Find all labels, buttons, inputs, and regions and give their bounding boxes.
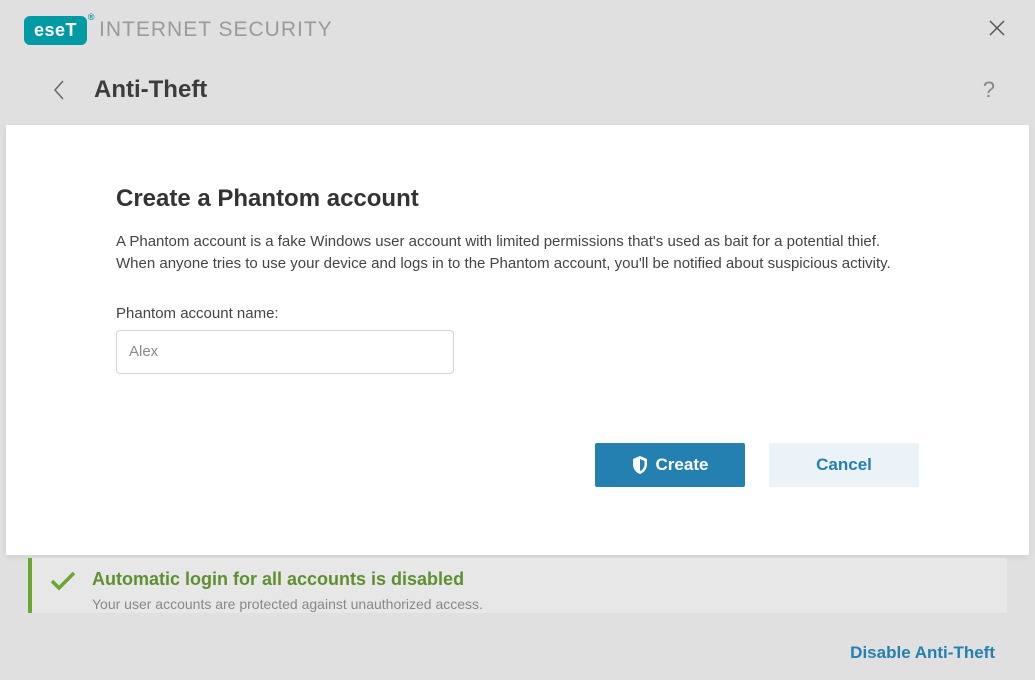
titlebar: eseT ® INTERNET SECURITY bbox=[0, 0, 1035, 60]
modal-buttons: Create Cancel bbox=[595, 443, 919, 487]
shield-icon bbox=[632, 456, 648, 474]
registered-mark: ® bbox=[88, 12, 95, 22]
disable-anti-theft-link[interactable]: Disable Anti-Theft bbox=[850, 643, 995, 663]
modal-title: Create a Phantom account bbox=[116, 185, 919, 213]
help-icon: ? bbox=[983, 77, 995, 102]
status-bar: Automatic login for all accounts is disa… bbox=[28, 558, 1007, 613]
create-phantom-modal: Create a Phantom account A Phantom accou… bbox=[6, 125, 1029, 555]
logo-text: eseT bbox=[34, 20, 77, 40]
check-icon bbox=[50, 571, 76, 591]
create-button[interactable]: Create bbox=[595, 443, 745, 487]
cancel-button-label: Cancel bbox=[816, 455, 872, 475]
status-text: Automatic login for all accounts is disa… bbox=[92, 569, 483, 612]
modal-description: A Phantom account is a fake Windows user… bbox=[116, 231, 919, 275]
brand-logo-area: eseT ® INTERNET SECURITY bbox=[24, 16, 333, 45]
close-icon bbox=[989, 20, 1005, 36]
status-title: Automatic login for all accounts is disa… bbox=[92, 569, 483, 590]
account-name-label: Phantom account name: bbox=[116, 305, 919, 322]
back-button[interactable] bbox=[44, 75, 74, 105]
eset-logo: eseT ® bbox=[24, 16, 87, 45]
close-button[interactable] bbox=[983, 14, 1011, 42]
chevron-left-icon bbox=[52, 79, 66, 101]
footer: Disable Anti-Theft bbox=[0, 626, 1035, 680]
status-subtitle: Your user accounts are protected against… bbox=[92, 596, 483, 612]
page-title: Anti-Theft bbox=[94, 76, 207, 104]
cancel-button[interactable]: Cancel bbox=[769, 443, 919, 487]
product-name: INTERNET SECURITY bbox=[99, 18, 333, 42]
create-button-label: Create bbox=[656, 455, 709, 475]
help-button[interactable]: ? bbox=[983, 77, 995, 103]
account-name-input[interactable] bbox=[116, 330, 454, 374]
page-header: Anti-Theft ? bbox=[0, 60, 1035, 120]
